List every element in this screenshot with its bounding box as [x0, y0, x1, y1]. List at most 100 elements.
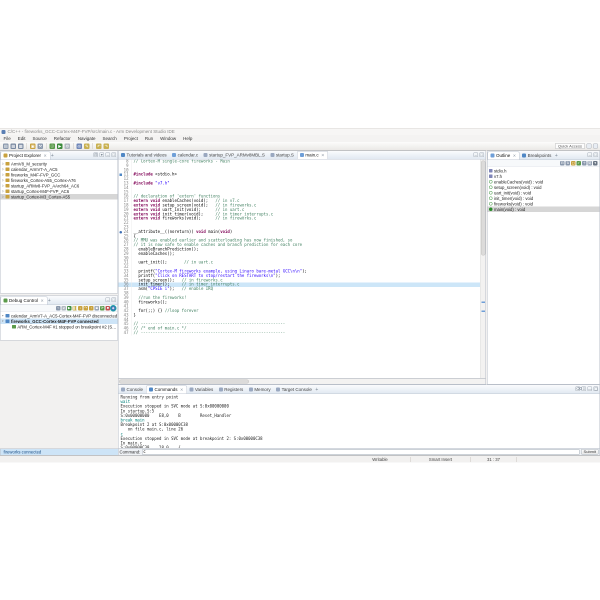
commands-output[interactable]: Running from entry pointwaitExecution st…: [119, 394, 600, 448]
outline-panel: Outline✕Breakpoints+–□ ⊟⇅◻✓＋⛓▾ stdio.hv7…: [487, 151, 600, 385]
project-tree-item[interactable]: ▷startup_Cortex-M3_Cortex-A55: [1, 194, 118, 200]
tab-variables[interactable]: Variables: [187, 386, 216, 394]
outline-label: enableCaches(void) : void: [494, 179, 543, 184]
sort-icon[interactable]: ⇅: [566, 161, 571, 166]
menu-item-file[interactable]: File: [0, 135, 14, 142]
editor-tab-main-c[interactable]: main.c✕: [297, 151, 328, 159]
maximize-icon[interactable]: ▢: [594, 387, 599, 392]
restart-icon[interactable]: ⟳: [100, 306, 105, 311]
debug-perspective-icon[interactable]: [593, 144, 598, 149]
tab-registers[interactable]: Registers: [216, 386, 246, 394]
run-icon[interactable]: ▶: [57, 143, 63, 149]
menu-item-refactor[interactable]: Refactor: [50, 135, 74, 142]
step-out-icon[interactable]: ↑: [89, 306, 94, 311]
menu-item-navigate[interactable]: Navigate: [74, 135, 99, 142]
tab-commands[interactable]: Commands✕: [146, 386, 187, 394]
command-input[interactable]: [142, 449, 580, 454]
code-editor[interactable]: 8// Cortex-M single-core fireworks - Mai…: [118, 160, 486, 379]
new-view-plus-icon[interactable]: +: [47, 298, 52, 305]
editor-tab-startup-fvp-armv8mbl-s[interactable]: startup_FVP_ARMv8MBL.S: [201, 152, 268, 160]
tab-outline[interactable]: Outline✕: [488, 152, 520, 160]
menu-item-run[interactable]: Run: [141, 135, 156, 142]
editor-tab-startup-s[interactable]: startup.S: [268, 152, 297, 160]
scroll-lock-icon[interactable]: ⇩: [582, 387, 587, 392]
hide-non-public-icon[interactable]: ＋: [582, 161, 587, 166]
maximize-icon[interactable]: □: [112, 298, 117, 303]
debug-tree-item[interactable]: ▾calendar_ArmV7-A_AC5-Cortex-M4F-FVP dis…: [1, 313, 118, 319]
connect-icon[interactable]: ⌁: [56, 306, 61, 311]
tab-project-explorer[interactable]: Project Explorer ✕: [1, 152, 51, 160]
menu-item-project[interactable]: Project: [120, 135, 141, 142]
hide-fields-icon[interactable]: ◻: [571, 161, 576, 166]
forward-icon[interactable]: ↷: [104, 143, 110, 149]
close-icon[interactable]: ✕: [321, 153, 324, 158]
menu-item-window[interactable]: Window: [157, 135, 180, 142]
close-icon[interactable]: ✕: [513, 153, 516, 158]
instruction-stepping-icon[interactable]: ▣: [95, 306, 100, 311]
clear-console-icon[interactable]: ⌫: [576, 387, 581, 392]
outline-item[interactable]: main(void) : void: [488, 207, 600, 213]
menu-item-search[interactable]: Search: [99, 135, 120, 142]
continue-icon[interactable]: ▶: [67, 306, 72, 311]
maximize-icon[interactable]: □: [112, 153, 117, 158]
view-menu-icon[interactable]: ▾: [100, 153, 105, 158]
link-editor-icon[interactable]: ⛓: [588, 161, 593, 166]
menu-item-source[interactable]: Source: [29, 135, 50, 142]
funcdecl-icon: [489, 186, 493, 190]
submit-button[interactable]: Submit: [581, 449, 598, 455]
view-menu-icon[interactable]: ▾: [593, 161, 598, 166]
annotation-mark[interactable]: [482, 302, 486, 304]
external-tools-icon[interactable]: ⚙: [65, 143, 71, 149]
tab-target-console[interactable]: Target Console: [274, 386, 315, 394]
editor-tab-tutorials-and-videos[interactable]: Tutorials and videos: [119, 152, 170, 160]
annotation-icon[interactable]: ✎: [84, 143, 90, 149]
search-icon[interactable]: ◎: [77, 143, 83, 149]
cpp-perspective-icon[interactable]: [587, 144, 592, 149]
close-icon[interactable]: ✕: [44, 153, 47, 158]
quick-access-button[interactable]: Quick Access: [555, 143, 585, 149]
close-icon[interactable]: ✕: [180, 387, 183, 392]
new-view-plus-icon[interactable]: +: [554, 153, 559, 160]
new-view-plus-icon[interactable]: +: [315, 387, 320, 394]
editor-vertical-scrollbar[interactable]: [480, 160, 486, 379]
menu-item-help[interactable]: Help: [180, 135, 196, 142]
debug-tree-item[interactable]: ARM_Cortex-M4F #1 stopped on breakpoint …: [1, 324, 118, 330]
disconnect-icon[interactable]: ⌀: [62, 306, 67, 311]
annotation-mark[interactable]: [482, 311, 486, 313]
terminate-icon[interactable]: ■: [106, 306, 111, 311]
interrupt-icon[interactable]: ❚❚: [73, 306, 78, 311]
step-mode-icon[interactable]: ◈: [111, 306, 116, 311]
new-file-icon[interactable]: ▤: [3, 143, 9, 149]
debug-item-label: fireworks_GCC-Cortex-M4F-FVP connected: [11, 319, 99, 324]
debug-icon[interactable]: ☉: [50, 143, 56, 149]
minimize-icon[interactable]: —: [588, 387, 593, 392]
menu-item-edit[interactable]: Edit: [14, 135, 29, 142]
tab-memory[interactable]: Memory: [246, 386, 273, 394]
minimize-icon[interactable]: –: [588, 153, 593, 158]
minimize-icon[interactable]: –: [474, 153, 479, 158]
new-view-plus-icon[interactable]: +: [50, 153, 55, 160]
collapse-all-icon[interactable]: ⊟: [94, 153, 99, 158]
include-icon: [489, 169, 493, 173]
back-icon[interactable]: ↶: [96, 143, 102, 149]
step-over-icon[interactable]: ↷: [84, 306, 89, 311]
tab-debug-control[interactable]: Debug Control ✕: [1, 297, 48, 305]
minimize-icon[interactable]: –: [106, 298, 111, 303]
tab-console[interactable]: Console: [119, 386, 147, 394]
new-project-icon[interactable]: ▣: [30, 143, 36, 149]
hide-static-icon[interactable]: ✓: [577, 161, 582, 166]
collapse-all-icon[interactable]: ⊟: [560, 161, 565, 166]
minimize-icon[interactable]: –: [106, 153, 111, 158]
build-icon[interactable]: ⚒: [38, 143, 44, 149]
scrollbar-thumb[interactable]: [119, 380, 249, 384]
tab-breakpoints[interactable]: Breakpoints: [520, 152, 555, 160]
scrollbar-thumb[interactable]: [481, 161, 486, 256]
toolbar-divider: [93, 143, 94, 149]
step-into-icon[interactable]: ↓: [78, 306, 83, 311]
close-icon[interactable]: ✕: [41, 298, 44, 303]
maximize-icon[interactable]: □: [480, 153, 485, 158]
save-all-icon[interactable]: ▩: [18, 143, 24, 149]
editor-tab-calendar-c[interactable]: calendar.c: [170, 152, 202, 160]
save-icon[interactable]: ▦: [11, 143, 17, 149]
maximize-icon[interactable]: □: [594, 153, 599, 158]
